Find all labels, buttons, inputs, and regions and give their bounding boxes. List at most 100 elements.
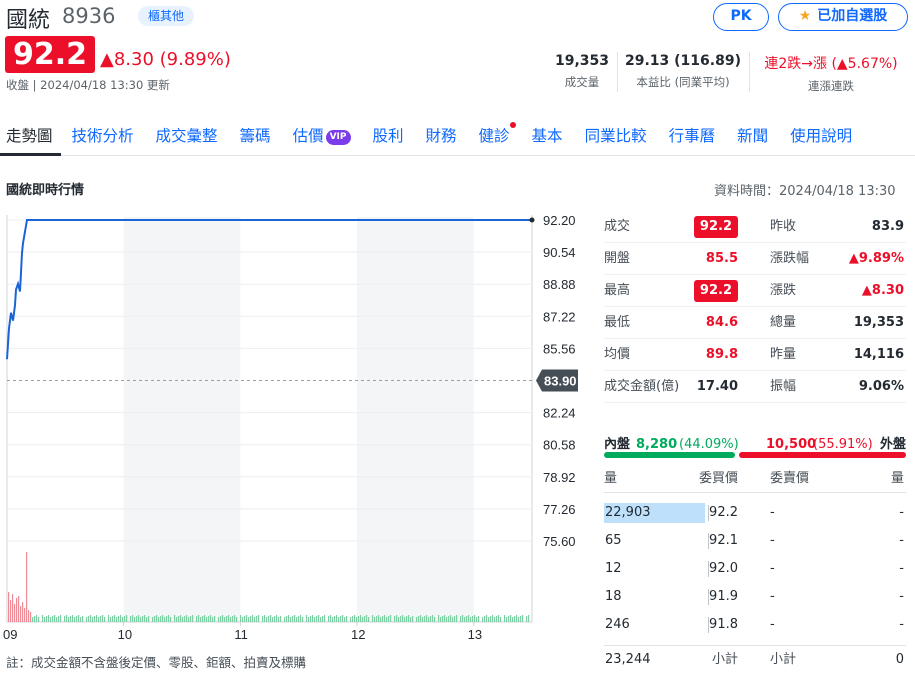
volume-bar [42, 615, 44, 622]
tab-financials[interactable]: 財務 [415, 120, 468, 156]
volume-bar [360, 615, 362, 622]
volume-bar [248, 617, 250, 622]
volume-bar [352, 616, 354, 622]
volume-bar [230, 617, 232, 622]
volume-bar [516, 615, 518, 622]
volume-bar [350, 617, 352, 622]
volume-bar [94, 616, 96, 622]
quote-label: 振幅 [770, 379, 797, 394]
volume-bar [292, 616, 294, 622]
volume-bar [116, 617, 118, 622]
x-tick-label: 10 [118, 627, 132, 642]
volume-bar [88, 616, 90, 622]
volume-bar [92, 617, 94, 622]
quote-value: 9.06% [858, 379, 904, 394]
hour-band [123, 217, 241, 622]
volume-bar [346, 616, 348, 622]
volume-bar [198, 615, 200, 622]
tab-basic[interactable]: 基本 [521, 120, 574, 156]
y-tick-label: 88.88 [543, 277, 576, 292]
volume-bar [446, 617, 448, 622]
volume-bar [442, 616, 444, 622]
tab-peers[interactable]: 同業比較 [574, 120, 658, 156]
ask-qty: - [899, 533, 904, 548]
volume-bar [426, 615, 428, 622]
pk-button[interactable]: PK [713, 3, 769, 31]
bid-qty: 18 [605, 589, 622, 604]
volume-bar [290, 617, 292, 622]
volume-bar [252, 615, 254, 622]
tab-bar: 走勢圖 技術分析 成交彙整 籌碼 估價 VIP 股利 財務 健診 基本 同業比較 … [0, 120, 915, 156]
volume-bar [190, 616, 192, 622]
hour-band [357, 217, 474, 622]
volume-bar [196, 616, 198, 622]
volume-bar [330, 615, 332, 622]
footnote: 註：成交金額不含盤後定價、零股、鉅額、拍賣及標購 [6, 655, 307, 670]
y-tick-label: 82.24 [543, 406, 576, 421]
tab-trend[interactable]: 走勢圖 [0, 120, 61, 156]
tab-calendar[interactable]: 行事曆 [658, 120, 727, 156]
volume-bar [296, 617, 298, 622]
volume-bar [470, 617, 472, 622]
tab-diagnosis[interactable]: 健診 [468, 120, 521, 156]
volume-bar [278, 617, 280, 622]
volume-bar [460, 616, 462, 622]
volume-bar [174, 615, 176, 622]
quote-label: 成交金額(億) [604, 379, 680, 394]
section-title: 國統即時行情 [6, 183, 85, 198]
volume-bar [72, 615, 74, 622]
volume-bar [444, 615, 446, 622]
volume-bar [316, 616, 318, 622]
volume-bar [454, 616, 456, 622]
volume-bar [8, 592, 10, 622]
volume-bar [396, 615, 398, 622]
ask-qty-header: 量 [890, 471, 904, 486]
volume-bar [204, 615, 206, 622]
tab-help[interactable]: 使用說明 [779, 120, 863, 156]
volume-bar [114, 615, 116, 622]
volume-bar [136, 616, 138, 622]
volume-bar [300, 615, 302, 622]
volume-bar [58, 616, 60, 622]
volume-bar [430, 616, 432, 622]
y-tick-label: 78.92 [543, 470, 576, 485]
volume-bar [420, 615, 422, 622]
quote-value: 92.2 [693, 280, 738, 302]
ask-qty: - [899, 561, 904, 576]
volume-bar [38, 617, 40, 622]
y-tick-label: 85.56 [543, 341, 576, 356]
volume-bar [410, 617, 412, 622]
volume-bar [456, 615, 458, 622]
watchlist-button[interactable]: ★ 已加自選股 [778, 3, 908, 31]
market-tag[interactable]: 櫃其他 [138, 6, 195, 26]
volume-bar [422, 617, 424, 622]
volume-bar [130, 616, 132, 622]
tab-trades[interactable]: 成交彙整 [145, 120, 229, 156]
volume-bar [468, 615, 470, 622]
ask-price: - [770, 505, 775, 520]
tab-chips[interactable]: 籌碼 [229, 120, 282, 156]
volume-bar [200, 617, 202, 622]
volume-bar [258, 615, 260, 622]
tab-valuation-label: 估價 [292, 127, 324, 145]
quote-label: 昨收 [770, 219, 797, 234]
volume-bar [108, 615, 110, 622]
volume-bar [52, 616, 54, 622]
volume-bar [322, 616, 324, 622]
vip-badge: VIP [325, 130, 351, 145]
volume-bar [110, 617, 112, 622]
tab-technical[interactable]: 技術分析 [61, 120, 145, 156]
volume-bar [486, 615, 488, 622]
volume-bar [328, 616, 330, 622]
volume-bar [334, 616, 336, 622]
tab-dividend[interactable]: 股利 [362, 120, 415, 156]
y-tick-label: 87.22 [543, 309, 576, 324]
volume-bar [332, 617, 334, 622]
inner-ratio-bar [604, 452, 735, 458]
intraday-chart[interactable]: 92.20 90.54 88.88 87.22 85.56 82.24 80.58 78.92… [0, 205, 600, 645]
volume-bar [232, 616, 234, 622]
tab-news[interactable]: 新聞 [726, 120, 779, 156]
tab-valuation[interactable]: 估價 VIP [282, 120, 362, 156]
volume-bar [498, 615, 500, 622]
volume-bar [376, 616, 378, 622]
